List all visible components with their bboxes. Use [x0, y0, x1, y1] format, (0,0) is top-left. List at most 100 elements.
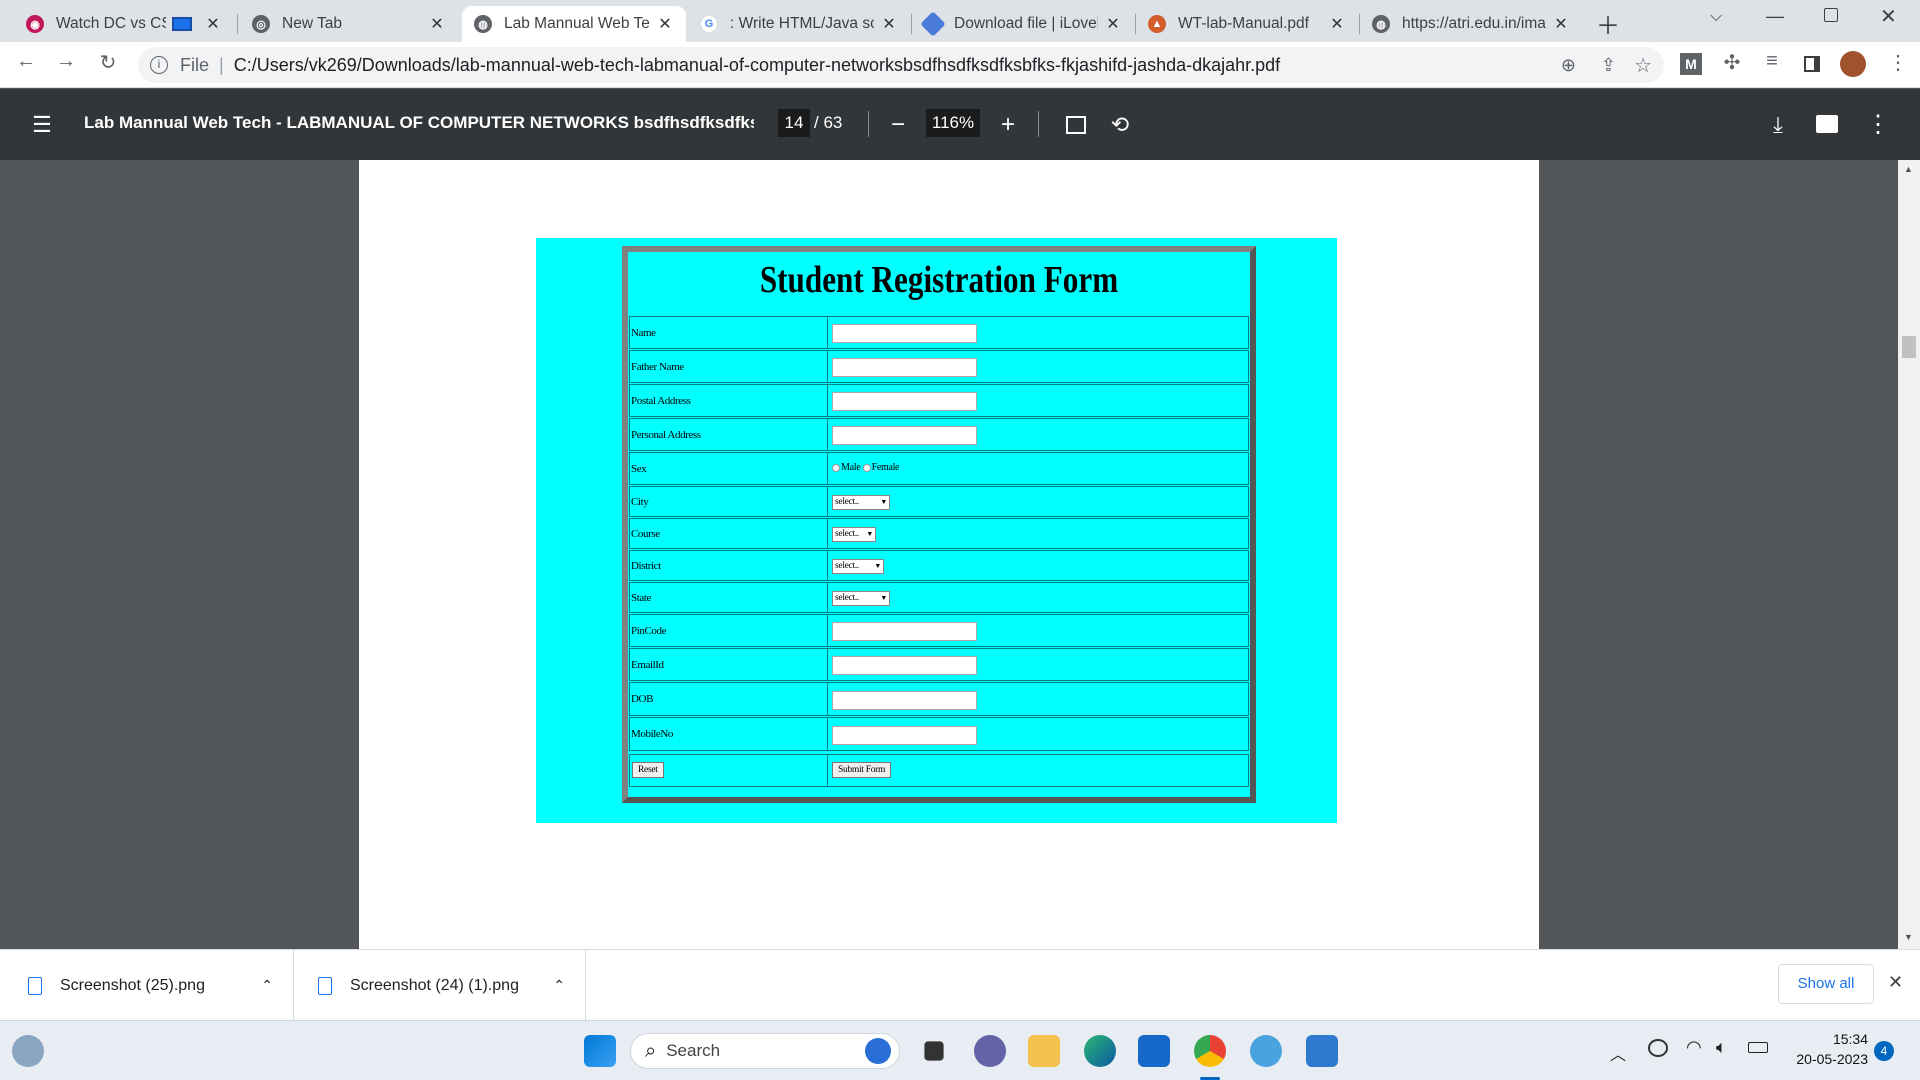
form-label: Course	[630, 519, 828, 548]
avatar[interactable]	[1840, 51, 1866, 77]
form-label: City	[630, 487, 828, 516]
weather-icon[interactable]	[12, 1035, 44, 1067]
zoom-in-icon[interactable]: +	[992, 109, 1024, 141]
form-label: Name	[630, 317, 828, 348]
taskbar-search-box[interactable]: ⌕ Search	[630, 1033, 900, 1069]
reset-button[interactable]: Reset	[632, 762, 664, 778]
scroll-up-icon[interactable]: ▲	[1904, 164, 1913, 174]
form-select[interactable]: select.. ▼	[832, 591, 890, 606]
tab-6[interactable]: ◍ https://atri.edu.in/ima ✕	[1360, 6, 1582, 42]
form-select[interactable]: select.. ▼	[832, 559, 884, 574]
forward-arrow-icon[interactable]: →	[50, 50, 82, 73]
fit-page-icon[interactable]	[1066, 116, 1086, 134]
close-icon[interactable]: ✕	[656, 14, 674, 34]
volume-icon[interactable]: 🔈︎	[1716, 1037, 1727, 1058]
edge-icon[interactable]	[1084, 1035, 1116, 1067]
download-icon[interactable]: ⤓	[1762, 109, 1794, 141]
print-icon[interactable]	[1816, 115, 1838, 133]
share-icon[interactable]: ⇪	[1601, 55, 1616, 76]
download-item[interactable]: Screenshot (25).png ⌃	[0, 950, 294, 1021]
tab-1[interactable]: ◎ New Tab ✕	[240, 6, 458, 42]
tab-5[interactable]: ▲ WT-lab-Manual.pdf ✕	[1136, 6, 1358, 42]
star-icon[interactable]: ☆	[1634, 53, 1652, 78]
hamburger-menu-icon[interactable]: ☰	[26, 109, 58, 141]
zoom-level-input[interactable]: 116%	[926, 109, 980, 137]
tray-chevron-icon[interactable]: ︿	[1610, 1041, 1626, 1065]
bing-icon	[865, 1038, 891, 1064]
tab-search-chevron-icon[interactable]: ⌵	[1710, 8, 1722, 26]
puzzle-icon[interactable]: ✣	[1716, 50, 1748, 75]
form-text-input[interactable]	[832, 358, 977, 377]
form-text-input[interactable]	[832, 324, 977, 343]
new-tab-button[interactable]: ＋	[1596, 6, 1620, 41]
close-icon[interactable]: ✕	[1552, 14, 1570, 34]
task-view-icon[interactable]	[924, 1041, 944, 1061]
submit-button[interactable]: Submit Form	[832, 762, 892, 778]
scrollbar[interactable]: ▲ ▼	[1898, 160, 1920, 949]
close-icon[interactable]: ✕	[204, 14, 222, 34]
zoom-icon[interactable]: ⊕	[1561, 55, 1576, 76]
tab-0[interactable]: ◉ Watch DC vs CSK ✕	[14, 6, 234, 42]
chrome-taskbar-icon[interactable]	[1194, 1035, 1226, 1067]
tab-3[interactable]: G : Write HTML/Java scr ✕	[688, 6, 910, 42]
zoom-out-icon[interactable]: −	[882, 109, 914, 141]
form-text-input[interactable]	[832, 392, 977, 411]
clock-time[interactable]: 15:34	[1784, 1031, 1868, 1047]
side-panel-icon[interactable]	[1804, 56, 1820, 72]
scrollbar-thumb[interactable]	[1902, 336, 1916, 358]
address-bar[interactable]: i File | C:/Users/vk269/Downloads/lab-ma…	[138, 47, 1664, 83]
file-explorer-icon[interactable]	[1028, 1035, 1060, 1067]
chevron-up-icon[interactable]: ⌃	[261, 977, 273, 994]
more-options-icon[interactable]: ⋮	[1862, 109, 1894, 141]
teams-icon[interactable]	[974, 1035, 1006, 1067]
close-downloads-icon[interactable]: ✕	[1888, 972, 1903, 993]
close-window-button[interactable]: ✕	[1880, 4, 1897, 29]
form-text-input[interactable]	[832, 622, 977, 641]
restore-button[interactable]	[1824, 8, 1838, 22]
form-text-input[interactable]	[832, 656, 977, 675]
extension-m-icon[interactable]: M	[1680, 53, 1702, 75]
onedrive-icon[interactable]	[1648, 1039, 1668, 1057]
wifi-icon[interactable]: ◠	[1686, 1037, 1702, 1058]
show-all-button[interactable]: Show all	[1778, 964, 1874, 1004]
close-icon[interactable]: ✕	[428, 14, 446, 34]
sex-radio-group: Male Female	[832, 462, 899, 473]
page-number-input[interactable]: 14	[778, 109, 810, 137]
notification-badge[interactable]: 4	[1874, 1041, 1894, 1061]
form-row: Sex Male Female	[629, 452, 1249, 485]
reload-icon[interactable]: ↻	[92, 50, 124, 75]
form-text-input[interactable]	[832, 426, 977, 445]
form-text-input[interactable]	[832, 691, 977, 710]
rotate-icon[interactable]: ⟲	[1104, 109, 1136, 141]
pdf-icon: ▲	[1148, 15, 1166, 33]
info-icon[interactable]: i	[150, 56, 168, 74]
menu-dots-icon[interactable]: ⋮	[1882, 50, 1914, 75]
windows-start-icon[interactable]	[584, 1035, 616, 1067]
download-item[interactable]: Screenshot (24) (1).png ⌃	[294, 950, 586, 1021]
form-row: MobileNo	[629, 717, 1249, 751]
battery-icon[interactable]	[1748, 1042, 1768, 1053]
form-select[interactable]: select.. ▼	[832, 527, 876, 542]
form-text-input[interactable]	[832, 726, 977, 745]
minimize-button[interactable]: —	[1766, 6, 1784, 27]
close-icon[interactable]: ✕	[1328, 14, 1346, 34]
pdf-viewer[interactable]: Student Registration Form Name Father Nam…	[0, 160, 1920, 949]
tab-2[interactable]: ◍ Lab Mannual Web Tec ✕	[462, 6, 686, 42]
chrome-profile-icon[interactable]	[1250, 1035, 1282, 1067]
tab-4[interactable]: Download file | iLovel ✕	[912, 6, 1134, 42]
chevron-up-icon[interactable]: ⌃	[553, 977, 565, 994]
select-value: select..	[835, 593, 859, 603]
form-select[interactable]: select.. ▼	[832, 495, 890, 510]
scroll-down-icon[interactable]: ▼	[1904, 932, 1913, 942]
photos-icon[interactable]	[1306, 1035, 1338, 1067]
close-icon[interactable]: ✕	[880, 14, 898, 34]
back-arrow-icon[interactable]: ←	[10, 50, 42, 73]
reading-list-icon[interactable]: ≡	[1756, 50, 1788, 73]
male-radio[interactable]	[832, 463, 840, 472]
form-row: Father Name	[629, 350, 1249, 383]
female-radio[interactable]	[862, 463, 871, 472]
clock-date[interactable]: 20-05-2023	[1784, 1051, 1868, 1067]
close-icon[interactable]: ✕	[1104, 14, 1122, 34]
file-icon	[318, 976, 332, 995]
store-icon[interactable]	[1138, 1035, 1170, 1067]
